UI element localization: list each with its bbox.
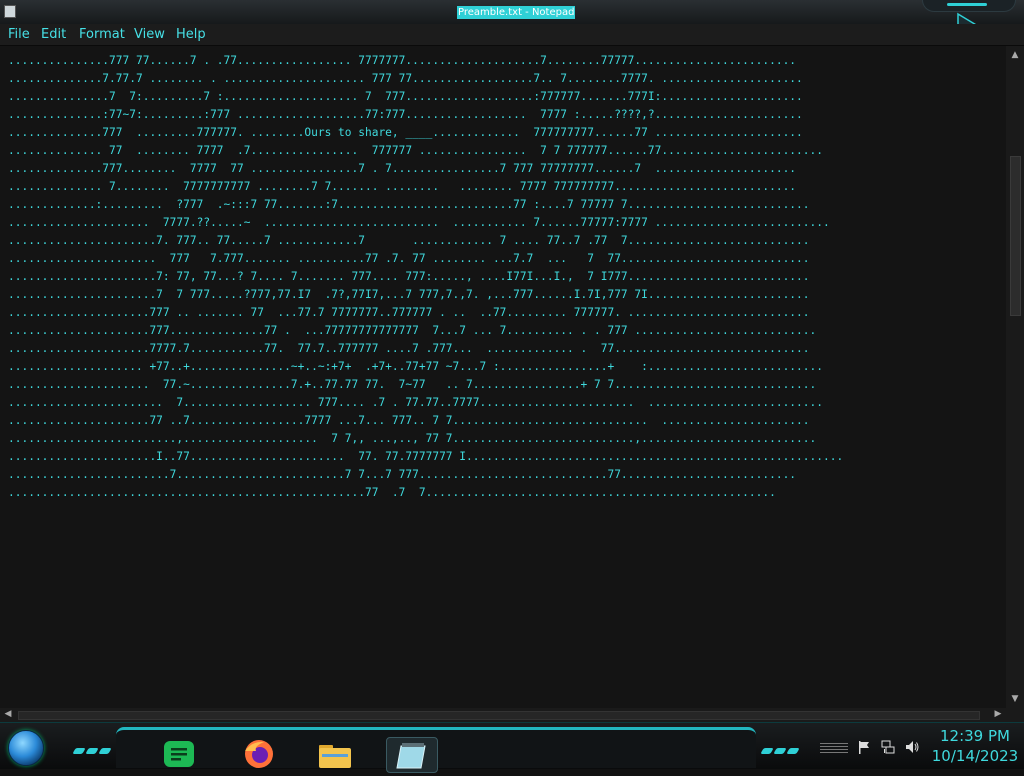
show-desktop-stripes[interactable] [820, 741, 848, 753]
menu-view[interactable]: View [132, 26, 167, 44]
clock-time[interactable]: 12:39 PM [930, 727, 1020, 745]
notepad-icon [396, 743, 426, 769]
taskbar-spotify-button[interactable] [154, 737, 204, 771]
scroll-up-arrow-icon[interactable]: ▲ [1010, 50, 1020, 60]
taskbar: 12:39 PM 10/14/2023 [0, 722, 1024, 773]
scroll-down-arrow-icon[interactable]: ▼ [1010, 694, 1020, 704]
text-editor-area[interactable]: ...............777 77......7 . .77......… [0, 46, 1006, 708]
notepad-app-icon[interactable] [4, 5, 16, 18]
menu-edit[interactable]: Edit [39, 26, 68, 44]
taskbar-app-area [116, 727, 756, 773]
window-controls-decoration[interactable] [922, 0, 1016, 12]
horizontal-scrollbar[interactable]: ◀ ▶ [0, 708, 1006, 722]
firefox-icon [245, 740, 273, 768]
document-text[interactable]: ...............777 77......7 . .77......… [8, 52, 843, 502]
vertical-scroll-thumb[interactable] [1010, 156, 1021, 316]
menu-bar: File Edit Format View Help [0, 24, 1024, 46]
scrollbar-corner [1006, 708, 1024, 722]
taskbar-file-explorer-button[interactable] [310, 737, 360, 771]
clock-date[interactable]: 10/14/2023 [930, 747, 1020, 765]
horizontal-scroll-thumb[interactable] [18, 711, 980, 720]
volume-icon[interactable] [904, 739, 920, 755]
scroll-left-arrow-icon[interactable]: ◀ [2, 709, 14, 719]
vertical-scrollbar[interactable]: ▲ ▼ [1006, 46, 1024, 708]
menu-help[interactable]: Help [174, 26, 208, 44]
flag-icon[interactable] [856, 739, 872, 755]
folder-icon [319, 745, 351, 768]
spotify-icon [164, 741, 194, 767]
start-button[interactable] [8, 730, 44, 766]
taskbar-firefox-button[interactable] [234, 737, 284, 771]
title-bar[interactable]: Preamble.txt - Notepad [0, 0, 1024, 41]
scroll-right-arrow-icon[interactable]: ▶ [992, 709, 1004, 719]
menu-format[interactable]: Format [77, 26, 127, 44]
taskbar-decoration-left [72, 739, 116, 754]
network-icon[interactable] [880, 739, 896, 755]
taskbar-decoration-right [760, 739, 804, 754]
window-title: Preamble.txt - Notepad [457, 6, 576, 19]
menu-file[interactable]: File [6, 26, 32, 44]
